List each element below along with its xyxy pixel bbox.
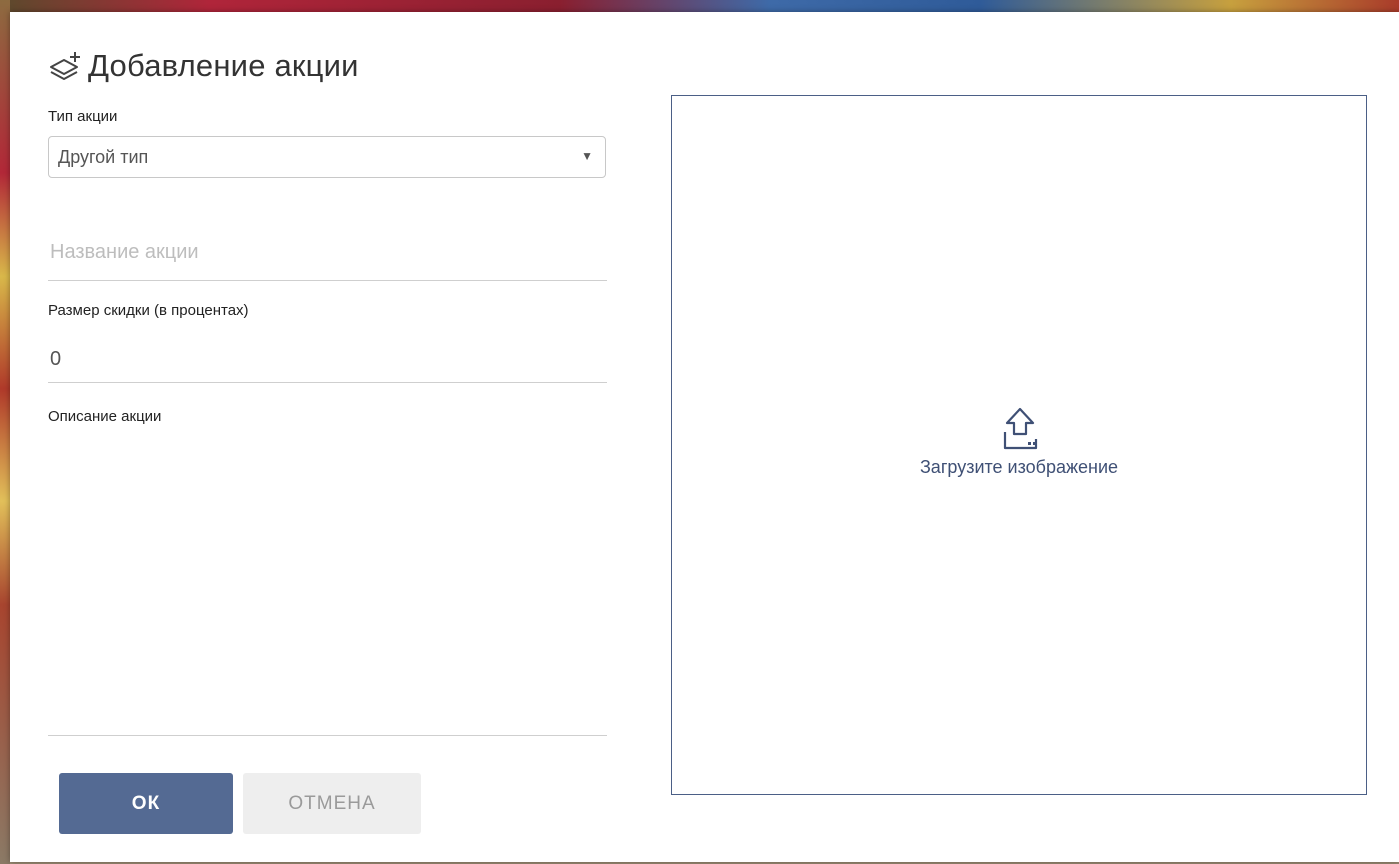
promotion-description-label: Описание акции	[48, 408, 162, 425]
dialog-title-text: Добавление акции	[88, 48, 359, 83]
upload-icon	[1003, 407, 1038, 450]
background-left-strip	[0, 0, 10, 864]
discount-size-label: Размер скидки (в процентах)	[48, 302, 249, 319]
add-promotion-dialog: Добавление акции Тип акции Другой тип ▼ …	[10, 12, 1399, 862]
add-layers-icon	[50, 52, 80, 80]
promotion-type-value: Другой тип	[58, 146, 149, 167]
discount-size-input[interactable]	[48, 336, 607, 383]
promotion-description-textarea[interactable]	[48, 432, 607, 736]
caret-down-icon: ▼	[581, 149, 593, 163]
promotion-type-select[interactable]: Другой тип ▼	[48, 136, 606, 178]
image-upload-dropzone[interactable]: Загрузите изображение	[671, 95, 1367, 795]
promotion-type-label: Тип акции	[48, 108, 118, 125]
app-background: Добавление акции Тип акции Другой тип ▼ …	[0, 0, 1399, 864]
background-top-strip	[0, 0, 1399, 12]
dialog-title: Добавление акции	[48, 44, 359, 88]
promotion-name-input[interactable]	[48, 224, 607, 281]
ok-button[interactable]: ОК	[59, 773, 233, 834]
upload-image-label: Загрузите изображение	[919, 457, 1119, 477]
cancel-button[interactable]: ОТМЕНА	[243, 773, 421, 834]
